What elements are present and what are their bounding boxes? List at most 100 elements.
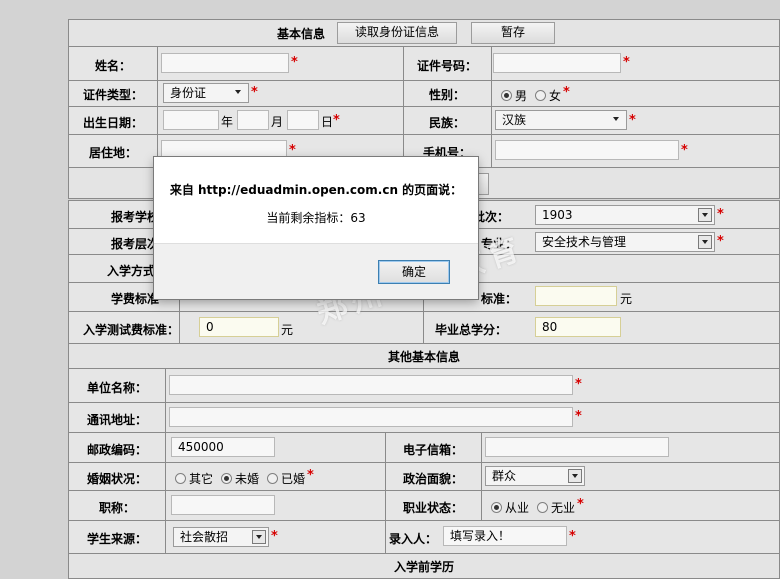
job-employed-radio[interactable]: 从业 — [491, 499, 529, 516]
birth-month-input[interactable] — [237, 110, 269, 130]
radio-dot-icon — [537, 502, 548, 513]
id-type-value: 身份证 — [170, 86, 207, 100]
email-label: 电子信箱： — [402, 443, 463, 457]
basic-info-table: 姓名： * 证件号码： * 证件类型： 身份证 * 性别： 男 女 * 出生日期… — [68, 46, 780, 168]
dialog-title: 来自 http://eduadmin.open.com.cn 的页面说： — [169, 183, 463, 197]
test-fee-input[interactable]: 0 — [199, 317, 279, 337]
title-label: 职称： — [98, 501, 135, 515]
required-mark: * — [251, 85, 258, 100]
row-id-type: 证件类型： 身份证 * 性别： 男 女 * — [69, 80, 779, 107]
birth-day-unit: 日 — [321, 115, 334, 129]
required-mark: * — [291, 55, 298, 70]
ok-button[interactable]: 确定 — [378, 260, 450, 284]
postal-input[interactable]: 450000 — [171, 437, 275, 457]
chevron-down-icon — [610, 113, 624, 127]
source-label: 学生来源： — [86, 532, 147, 546]
dialog-footer: 确定 — [154, 243, 478, 299]
radio-dot-icon — [491, 502, 502, 513]
batch-select[interactable]: 1903 — [535, 205, 715, 225]
radio-dot-icon — [267, 473, 278, 484]
id-number-input[interactable] — [493, 53, 621, 73]
employer-input[interactable] — [169, 375, 573, 395]
residence-label: 居住地： — [88, 146, 137, 160]
basic-info-header: 基本信息 读取身份证信息 暂存 — [68, 19, 780, 47]
id-type-select[interactable]: 身份证 — [163, 83, 249, 103]
batch-value: 1903 — [542, 208, 573, 222]
required-mark: * — [623, 55, 630, 70]
recorder-input[interactable]: 填写录入！ — [443, 526, 567, 546]
required-mark: * — [577, 497, 584, 512]
major-select[interactable]: 安全技术与管理 — [535, 232, 715, 252]
radio-dot-icon — [221, 473, 232, 484]
row-name: 姓名： * 证件号码： * — [69, 47, 779, 80]
required-mark: * — [717, 207, 724, 222]
recorder-label: 录入人： — [388, 532, 437, 546]
required-mark: * — [681, 143, 688, 158]
email-input[interactable] — [485, 437, 669, 457]
required-mark: * — [333, 113, 340, 128]
name-label: 姓名： — [94, 59, 131, 73]
read-id-card-button[interactable]: 读取身份证信息 — [337, 22, 457, 44]
political-select[interactable]: 群众 — [485, 466, 585, 486]
address-input[interactable] — [169, 407, 573, 427]
source-select[interactable]: 社会散招 — [173, 527, 269, 547]
batch-label: 批次： — [473, 210, 510, 224]
phone-input[interactable] — [495, 140, 679, 160]
chevron-down-icon — [698, 235, 712, 249]
fee-label: 标准： — [481, 292, 518, 306]
row-address: 通讯地址： * — [69, 402, 779, 433]
employer-label: 单位名称： — [86, 381, 147, 395]
political-value: 群众 — [492, 469, 517, 483]
title-input[interactable] — [171, 495, 275, 515]
required-mark: * — [629, 113, 636, 128]
ethnicity-value: 汉族 — [502, 113, 527, 127]
ethnicity-select[interactable]: 汉族 — [495, 110, 627, 130]
gender-male-radio[interactable]: 男 — [501, 87, 527, 104]
ethnicity-label: 民族： — [428, 116, 465, 130]
id-type-label: 证件类型： — [82, 88, 143, 102]
required-mark: * — [569, 529, 576, 544]
row-birth: 出生日期： 年 月 日 * 民族： 汉族 * — [69, 106, 779, 135]
major-value: 安全技术与管理 — [542, 235, 627, 249]
marital-other-radio[interactable]: 其它 — [175, 470, 213, 487]
marital-label: 婚姻状况： — [86, 472, 147, 486]
chevron-down-icon — [232, 86, 246, 100]
gender-label: 性别： — [428, 88, 465, 102]
job-unemployed-label: 无业 — [551, 501, 576, 515]
birth-year-input[interactable] — [163, 110, 219, 130]
marital-married-label: 已婚 — [281, 472, 306, 486]
marital-single-label: 未婚 — [235, 472, 260, 486]
gender-female-label: 女 — [549, 89, 562, 103]
required-mark: * — [271, 529, 278, 544]
fee-unit: 元 — [620, 292, 633, 306]
chevron-down-icon — [698, 208, 712, 222]
marital-married-radio[interactable]: 已婚 — [267, 470, 305, 487]
job-employed-label: 从业 — [505, 501, 530, 515]
fee-input[interactable] — [535, 286, 617, 306]
dialog-message: 当前剩余指标：63 — [266, 211, 366, 225]
gender-female-radio[interactable]: 女 — [535, 87, 561, 104]
other-info-title: 其他基本信息 — [387, 349, 460, 364]
required-mark: * — [575, 409, 582, 424]
required-mark: * — [289, 143, 296, 158]
chevron-down-icon — [252, 530, 266, 544]
marital-single-radio[interactable]: 未婚 — [221, 470, 259, 487]
credits-input[interactable]: 80 — [535, 317, 621, 337]
name-input[interactable] — [161, 53, 289, 73]
job-unemployed-radio[interactable]: 无业 — [537, 499, 575, 516]
required-mark: * — [307, 468, 314, 483]
required-mark: * — [717, 234, 724, 249]
required-mark: * — [575, 377, 582, 392]
birth-day-input[interactable] — [287, 110, 319, 130]
test-fee-unit: 元 — [281, 323, 294, 337]
radio-dot-icon — [535, 90, 546, 101]
birth-label: 出生日期： — [82, 116, 143, 130]
source-value: 社会散招 — [180, 530, 229, 544]
row-postal: 邮政编码： 450000 电子信箱： — [69, 432, 779, 463]
radio-dot-icon — [501, 90, 512, 101]
enrollment-form-page: 基本信息 读取身份证信息 暂存 姓名： * 证件号码： * 证件类型： 身份证 … — [0, 0, 780, 579]
marital-other-label: 其它 — [189, 472, 214, 486]
row-source: 学生来源： 社会散招 * 录入人： 填写录入！ * — [69, 520, 779, 554]
save-draft-button[interactable]: 暂存 — [471, 22, 555, 44]
postal-label: 邮政编码： — [86, 443, 147, 457]
